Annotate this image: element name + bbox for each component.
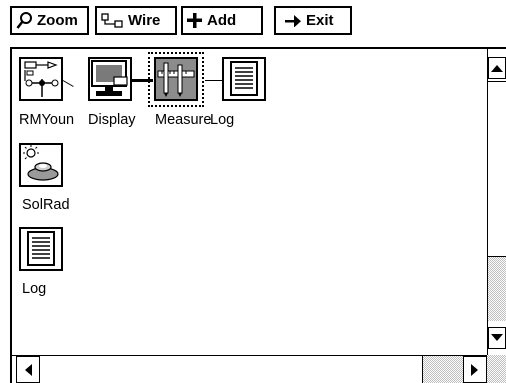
plus-icon	[187, 13, 202, 28]
sun-cloud-icon	[23, 145, 59, 181]
scrollbar-corner	[487, 355, 506, 383]
arrow-down-icon	[491, 334, 503, 341]
exit-button[interactable]: Exit	[274, 6, 352, 35]
wire-icon	[101, 12, 123, 29]
add-button[interactable]: Add	[181, 6, 263, 35]
wire-measure-log	[205, 80, 223, 81]
toolbar: Zoom Wire Add Exit	[0, 0, 506, 42]
scroll-up-button[interactable]	[488, 57, 506, 79]
node-label-log-1: Log	[210, 112, 235, 128]
node-solrad[interactable]	[19, 143, 63, 187]
vertical-scroll-track[interactable]	[488, 257, 506, 321]
exit-label: Exit	[306, 12, 334, 29]
caliper-icon	[157, 62, 195, 97]
node-rmyoun[interactable]	[19, 57, 63, 101]
wire-button[interactable]: Wire	[95, 6, 177, 35]
arrow-right-icon	[285, 14, 301, 27]
scroll-left-button[interactable]	[16, 356, 40, 383]
node-label-log-2: Log	[22, 281, 47, 297]
magnifier-icon	[16, 11, 32, 30]
anemometer-icon	[24, 61, 59, 97]
horizontal-scroll-thumb[interactable]	[40, 356, 423, 383]
arrow-right-small-icon	[471, 363, 478, 376]
node-label-rmyoun: RMYoun	[19, 112, 75, 128]
scroll-right-button[interactable]	[463, 356, 487, 383]
add-label: Add	[207, 12, 237, 29]
monitor-icon	[91, 60, 128, 96]
vertical-scroll-thumb[interactable]	[488, 81, 506, 257]
zoom-label: Zoom	[37, 12, 78, 29]
scroll-down-button[interactable]	[488, 327, 506, 349]
horizontal-scrollbar[interactable]	[12, 355, 506, 383]
node-log-1[interactable]	[222, 57, 266, 101]
zoom-button[interactable]: Zoom	[10, 6, 89, 35]
node-label-measure: Measure	[155, 112, 212, 128]
arrow-up-icon	[491, 65, 503, 72]
horizontal-scroll-track[interactable]	[423, 356, 463, 383]
node-label-display: Display	[88, 112, 136, 128]
document-icon	[230, 61, 258, 96]
node-display[interactable]	[88, 57, 132, 101]
node-log-2[interactable]	[19, 227, 63, 271]
wire-label: Wire	[128, 12, 161, 29]
arrow-left-icon	[25, 363, 32, 376]
vertical-scrollbar[interactable]	[487, 49, 506, 355]
document-icon	[27, 231, 55, 266]
node-label-solrad: SolRad	[22, 197, 70, 213]
node-measure[interactable]	[154, 57, 198, 101]
